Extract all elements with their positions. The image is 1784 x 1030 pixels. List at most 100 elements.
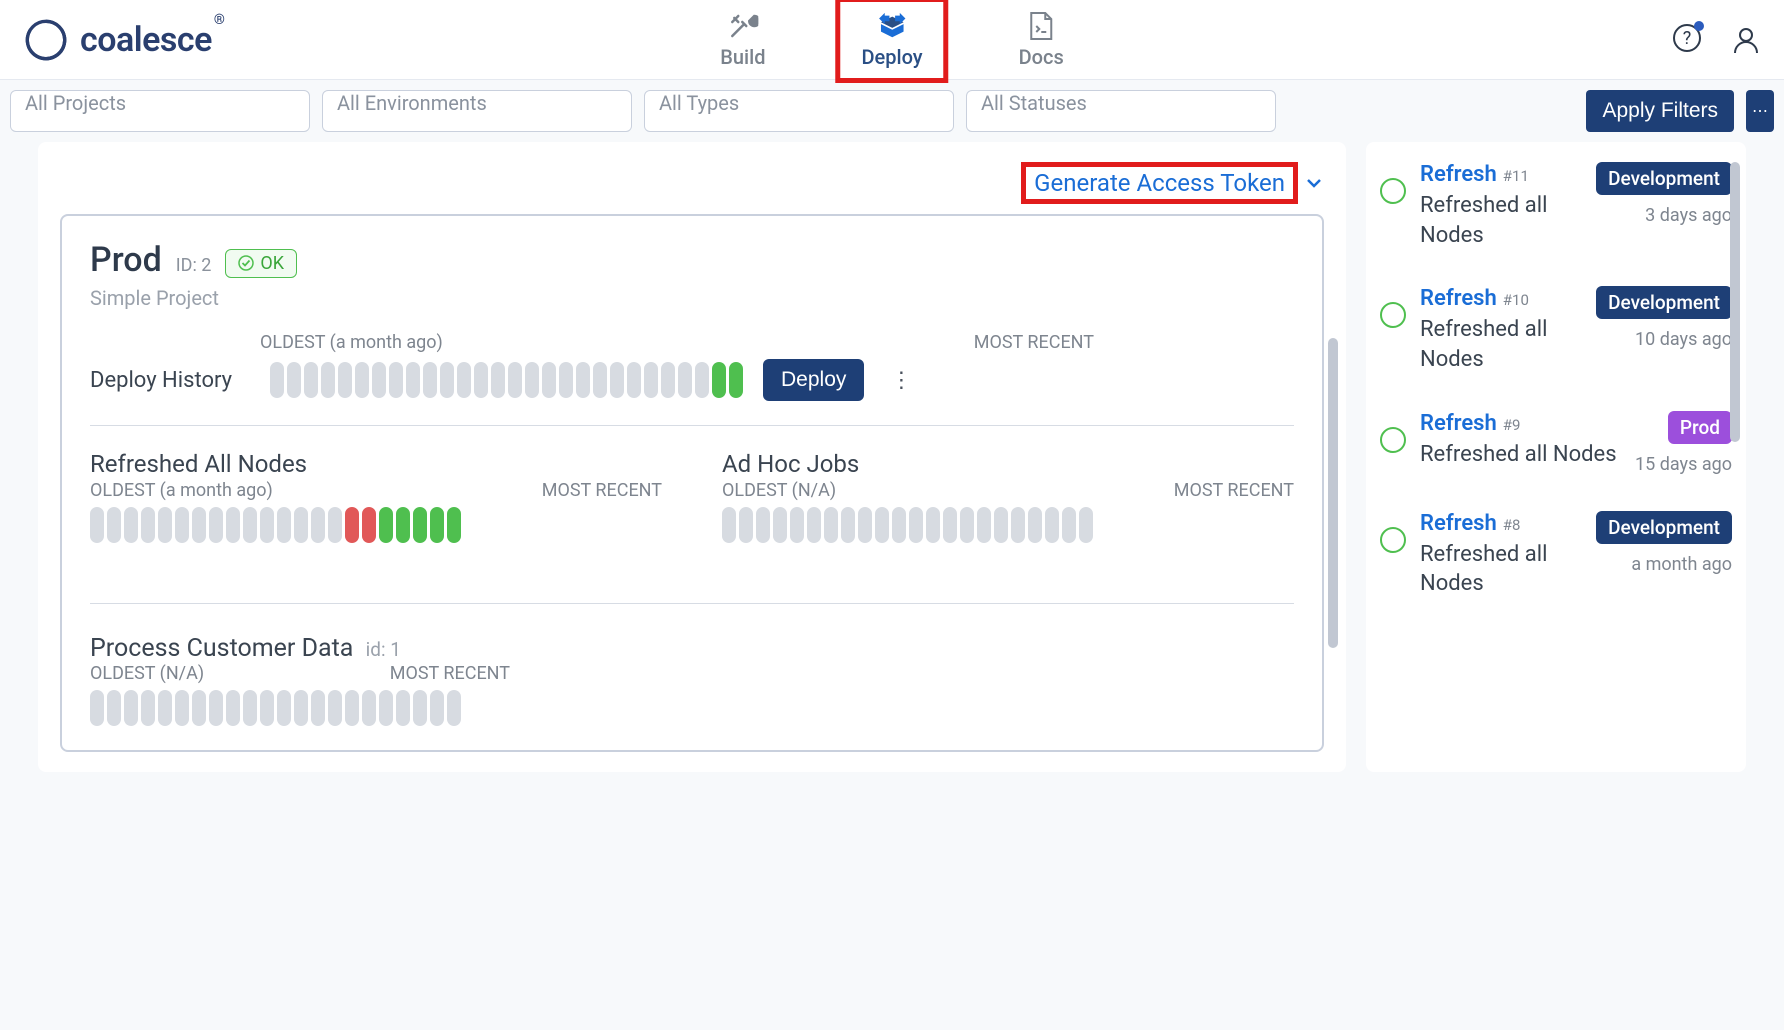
history-bar[interactable] (943, 507, 957, 543)
history-bar[interactable] (491, 362, 505, 398)
history-bar[interactable] (1045, 507, 1059, 543)
history-bar[interactable] (304, 362, 318, 398)
filter-projects[interactable]: All Projects (10, 90, 310, 132)
generate-access-token-link[interactable]: Generate Access Token (1034, 169, 1285, 197)
history-bar[interactable] (610, 362, 624, 398)
history-bar[interactable] (277, 507, 291, 543)
deploy-button[interactable]: Deploy (763, 359, 864, 401)
history-bar[interactable] (243, 507, 257, 543)
history-bar[interactable] (678, 362, 692, 398)
history-bar[interactable] (372, 362, 386, 398)
history-bar[interactable] (311, 507, 325, 543)
history-bar[interactable] (413, 507, 427, 543)
history-bar[interactable] (192, 690, 206, 726)
history-bar[interactable] (141, 690, 155, 726)
history-bar[interactable] (328, 690, 342, 726)
history-bar[interactable] (294, 507, 308, 543)
filters-more-button[interactable]: ⋯ (1746, 90, 1774, 132)
history-bar[interactable] (695, 362, 709, 398)
history-bar[interactable] (892, 507, 906, 543)
history-bar[interactable] (260, 690, 274, 726)
history-bar[interactable] (841, 507, 855, 543)
history-bar[interactable] (722, 507, 736, 543)
history-bar[interactable] (508, 362, 522, 398)
history-bar[interactable] (1079, 507, 1093, 543)
history-bar[interactable] (525, 362, 539, 398)
history-bar[interactable] (593, 362, 607, 398)
filter-environments[interactable]: All Environments (322, 90, 632, 132)
history-bar[interactable] (406, 362, 420, 398)
sidebar-scrollbar[interactable] (1730, 162, 1740, 442)
user-icon[interactable] (1732, 25, 1760, 55)
logo[interactable]: coalesce® (24, 18, 222, 62)
history-bar[interactable] (661, 362, 675, 398)
history-bar[interactable] (294, 690, 308, 726)
history-bar[interactable] (875, 507, 889, 543)
history-bar[interactable] (226, 690, 240, 726)
activity-item[interactable]: Refresh #9 Refreshed all Nodes Prod 15 d… (1380, 411, 1732, 475)
history-bar[interactable] (362, 507, 376, 543)
history-bar[interactable] (739, 507, 753, 543)
history-bar[interactable] (277, 690, 291, 726)
history-bar[interactable] (345, 507, 359, 543)
history-bar[interactable] (858, 507, 872, 543)
history-bar[interactable] (379, 690, 393, 726)
history-bar[interactable] (379, 507, 393, 543)
history-bar[interactable] (192, 507, 206, 543)
history-bar[interactable] (644, 362, 658, 398)
history-bar[interactable] (226, 507, 240, 543)
history-bar[interactable] (430, 507, 444, 543)
history-bar[interactable] (243, 690, 257, 726)
history-bar[interactable] (107, 690, 121, 726)
history-bar[interactable] (447, 507, 461, 543)
main-scrollbar[interactable] (1328, 338, 1338, 648)
filter-statuses[interactable]: All Statuses (966, 90, 1276, 132)
history-bar[interactable] (712, 362, 726, 398)
history-bar[interactable] (158, 690, 172, 726)
history-bar[interactable] (474, 362, 488, 398)
nav-docs[interactable]: Docs (1001, 5, 1082, 75)
history-bar[interactable] (311, 690, 325, 726)
history-bar[interactable] (423, 362, 437, 398)
history-bar[interactable] (321, 362, 335, 398)
history-bar[interactable] (960, 507, 974, 543)
history-bar[interactable] (756, 507, 770, 543)
history-bar[interactable] (447, 690, 461, 726)
history-bar[interactable] (576, 362, 590, 398)
help-button[interactable]: ? (1672, 23, 1702, 57)
history-bar[interactable] (90, 690, 104, 726)
history-bar[interactable] (790, 507, 804, 543)
nav-deploy[interactable]: Deploy (843, 5, 940, 75)
history-bar[interactable] (338, 362, 352, 398)
activity-item[interactable]: Refresh #10 Refreshed all Nodes Developm… (1380, 286, 1732, 374)
history-bar[interactable] (1028, 507, 1042, 543)
history-bar[interactable] (287, 362, 301, 398)
history-bar[interactable] (773, 507, 787, 543)
apply-filters-button[interactable]: Apply Filters (1586, 90, 1734, 132)
history-bar[interactable] (994, 507, 1008, 543)
history-bar[interactable] (389, 362, 403, 398)
history-bar[interactable] (362, 690, 376, 726)
history-bar[interactable] (729, 362, 743, 398)
history-bar[interactable] (413, 690, 427, 726)
history-bar[interactable] (90, 507, 104, 543)
history-bar[interactable] (430, 690, 444, 726)
history-bar[interactable] (440, 362, 454, 398)
history-bar[interactable] (345, 690, 359, 726)
history-bar[interactable] (141, 507, 155, 543)
history-bar[interactable] (270, 362, 284, 398)
history-bar[interactable] (209, 507, 223, 543)
filter-types[interactable]: All Types (644, 90, 954, 132)
history-bar[interactable] (457, 362, 471, 398)
history-bar[interactable] (260, 507, 274, 543)
history-bar[interactable] (627, 362, 641, 398)
history-bar[interactable] (542, 362, 556, 398)
history-bar[interactable] (175, 690, 189, 726)
activity-item[interactable]: Refresh #11 Refreshed all Nodes Developm… (1380, 162, 1732, 250)
history-bar[interactable] (124, 507, 138, 543)
deploy-kebab-menu[interactable]: ⋮ (884, 368, 918, 393)
history-bar[interactable] (909, 507, 923, 543)
history-bar[interactable] (977, 507, 991, 543)
history-bar[interactable] (124, 690, 138, 726)
activity-item[interactable]: Refresh #8 Refreshed all Nodes Developme… (1380, 511, 1732, 599)
